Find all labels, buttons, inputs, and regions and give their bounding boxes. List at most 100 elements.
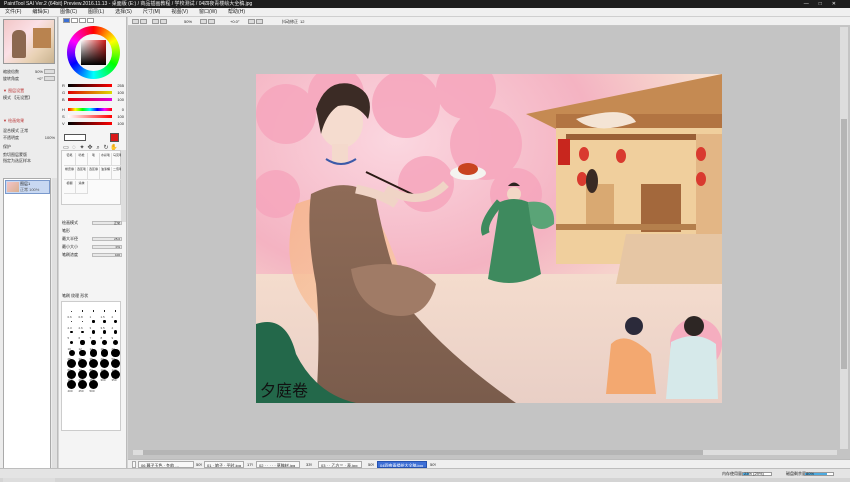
- tab-scroll-left[interactable]: [132, 461, 136, 468]
- brush-size-dot[interactable]: [70, 330, 73, 334]
- blue-slider[interactable]: B 100: [62, 97, 125, 102]
- maximize-button[interactable]: □: [819, 1, 832, 7]
- brush-size-dot[interactable]: [69, 340, 74, 345]
- brush-minsize-row[interactable]: 最小大小 0%: [62, 244, 124, 250]
- layer-item[interactable]: 图层1 正常 100%: [5, 180, 50, 194]
- menu-edit[interactable]: 编辑(E): [32, 9, 49, 15]
- rotate-right-button[interactable]: [256, 19, 263, 24]
- brush-tool-cell[interactable]: 水彩笔: [100, 153, 112, 166]
- undo-button[interactable]: [132, 19, 139, 24]
- invert-select-button[interactable]: [160, 19, 167, 24]
- layer-settings-header[interactable]: ▼ 图层设置: [3, 88, 55, 93]
- angle-reset-button[interactable]: [44, 76, 55, 81]
- tab-texture[interactable]: 纹理: [71, 293, 79, 298]
- document-tab-4[interactable]: 03 · · 乙方三 · 表.jpg: [318, 461, 362, 468]
- menu-select[interactable]: 选择(S): [115, 9, 132, 15]
- brush-size-dot[interactable]: [92, 310, 95, 312]
- brush-size-dot[interactable]: [81, 310, 84, 312]
- value-slider[interactable]: V 100: [62, 121, 125, 126]
- tab-brush[interactable]: 笔刷: [62, 293, 70, 298]
- zoom-in-button[interactable]: [200, 19, 207, 24]
- zoom-reset-button[interactable]: [44, 69, 55, 74]
- saturation-value-square[interactable]: [81, 40, 106, 65]
- brush-size-dot[interactable]: [81, 320, 84, 323]
- brush-size-dot[interactable]: [89, 349, 98, 357]
- brush-size-dot[interactable]: [113, 330, 118, 334]
- minimize-button[interactable]: —: [804, 1, 819, 7]
- brush-tool-cell[interactable]: 喷枪: [76, 153, 88, 166]
- toolbar-angle[interactable]: +0.0°: [230, 17, 240, 26]
- brush-tool-cell[interactable]: 选区擦: [88, 167, 100, 180]
- document-tab-1[interactable]: 06 暮子玉色 · 冬韵 …: [138, 461, 194, 468]
- brush-tool-cell[interactable]: 笔: [88, 153, 100, 166]
- navigator-thumbnail[interactable]: [3, 19, 55, 64]
- layer-scrollbar[interactable]: [52, 178, 57, 471]
- saturation-slider[interactable]: S 100: [62, 114, 125, 119]
- mode-row[interactable]: 混合模式 正常: [3, 128, 55, 133]
- vertical-scrollbar[interactable]: [840, 27, 848, 449]
- zoom-out-button[interactable]: [208, 19, 215, 24]
- brush-tool-cell[interactable]: 油漆桶: [100, 167, 112, 180]
- color-mode-tabs[interactable]: [63, 18, 103, 24]
- document-tab-3[interactable]: 02 · · · · · 草稿材.jpg: [256, 461, 300, 468]
- brush-tool-cell[interactable]: 涂抹: [76, 181, 88, 194]
- brush-size-dot[interactable]: [114, 310, 117, 312]
- ref-row[interactable]: 指定为选区样本: [3, 158, 55, 163]
- document-tab-5[interactable]: 04四夜青楼绘大全稿.jpg: [377, 461, 427, 468]
- brush-tool-cell[interactable]: 模糊: [64, 181, 76, 194]
- brush-size-row[interactable]: 最大半径 25.0: [62, 236, 124, 242]
- menu-help[interactable]: 帮助(H): [228, 9, 245, 15]
- brush-size-dot[interactable]: [103, 310, 106, 312]
- secondary-color-swatch[interactable]: [64, 134, 86, 141]
- brush-size-dot[interactable]: [79, 349, 86, 357]
- brush-size-dot[interactable]: [71, 310, 72, 312]
- clip-row[interactable]: 剪切图层蒙版: [3, 152, 55, 157]
- brush-shape-row[interactable]: 笔形: [62, 228, 124, 234]
- brush-size-dot[interactable]: [81, 330, 84, 334]
- deselect-button[interactable]: [152, 19, 159, 24]
- toolbar-zoom[interactable]: 50%: [184, 17, 192, 26]
- brush-size-dot[interactable]: [91, 340, 96, 345]
- brush-size-dot[interactable]: [102, 330, 107, 334]
- brush-size-dot[interactable]: [68, 350, 75, 356]
- menu-window[interactable]: 窗口(W): [199, 9, 217, 15]
- brush-tool-cell[interactable]: 选区笔: [76, 167, 88, 180]
- brush-size-dot[interactable]: [102, 340, 107, 345]
- tab-shape[interactable]: 形状: [80, 293, 88, 298]
- brush-size-dot[interactable]: [111, 348, 120, 358]
- artwork-canvas[interactable]: 夕庭卷: [256, 74, 722, 403]
- brush-size-dot[interactable]: [70, 320, 73, 323]
- green-slider[interactable]: G 100: [62, 90, 125, 95]
- hue-slider[interactable]: H0: [62, 107, 125, 112]
- document-tab-5-pct: 50%: [430, 462, 436, 467]
- brush-size-dot[interactable]: [80, 340, 85, 345]
- menu-view[interactable]: 视图(V): [171, 9, 188, 15]
- rotate-left-button[interactable]: [248, 19, 255, 24]
- stabilizer-value[interactable]: 12: [300, 17, 304, 26]
- horizontal-scrollbar[interactable]: [133, 450, 837, 455]
- brush-tool-cell[interactable]: 铅笔: [64, 153, 76, 166]
- color-wheel[interactable]: [67, 26, 120, 79]
- opacity-row[interactable]: 不透明度 100%: [3, 135, 55, 140]
- paint-effect-header[interactable]: ▼ 绘画效果: [3, 118, 55, 123]
- primary-color-swatch[interactable]: [110, 133, 119, 142]
- document-tab-2[interactable]: 01 · 娘子 · 平时.jpg: [204, 461, 244, 468]
- blend-row[interactable]: 模式 【无设置】: [3, 95, 55, 100]
- menu-file[interactable]: 文件(F): [5, 9, 21, 15]
- brush-size-dot[interactable]: [112, 339, 119, 346]
- brush-blend-row[interactable]: 绘画模式 正常: [62, 220, 124, 226]
- menu-layer[interactable]: 图层(L): [88, 9, 104, 15]
- brush-size-dot[interactable]: [100, 349, 109, 357]
- brush-density-row[interactable]: 笔刷浓度 100: [62, 252, 124, 258]
- brush-size-dot[interactable]: [114, 320, 117, 323]
- brush-size-dot[interactable]: [91, 330, 96, 334]
- menu-size[interactable]: 尺寸(M): [143, 9, 161, 15]
- red-slider[interactable]: R 255: [62, 83, 125, 88]
- close-button[interactable]: ✕: [832, 1, 846, 7]
- brush-size-dot[interactable]: [92, 320, 95, 323]
- brush-tool-cell[interactable]: 橡皮擦: [64, 167, 76, 180]
- redo-button[interactable]: [140, 19, 147, 24]
- brush-scrollbar[interactable]: [121, 150, 126, 222]
- brush-size-dot[interactable]: [103, 320, 106, 323]
- menu-image[interactable]: 图像(C): [60, 9, 77, 15]
